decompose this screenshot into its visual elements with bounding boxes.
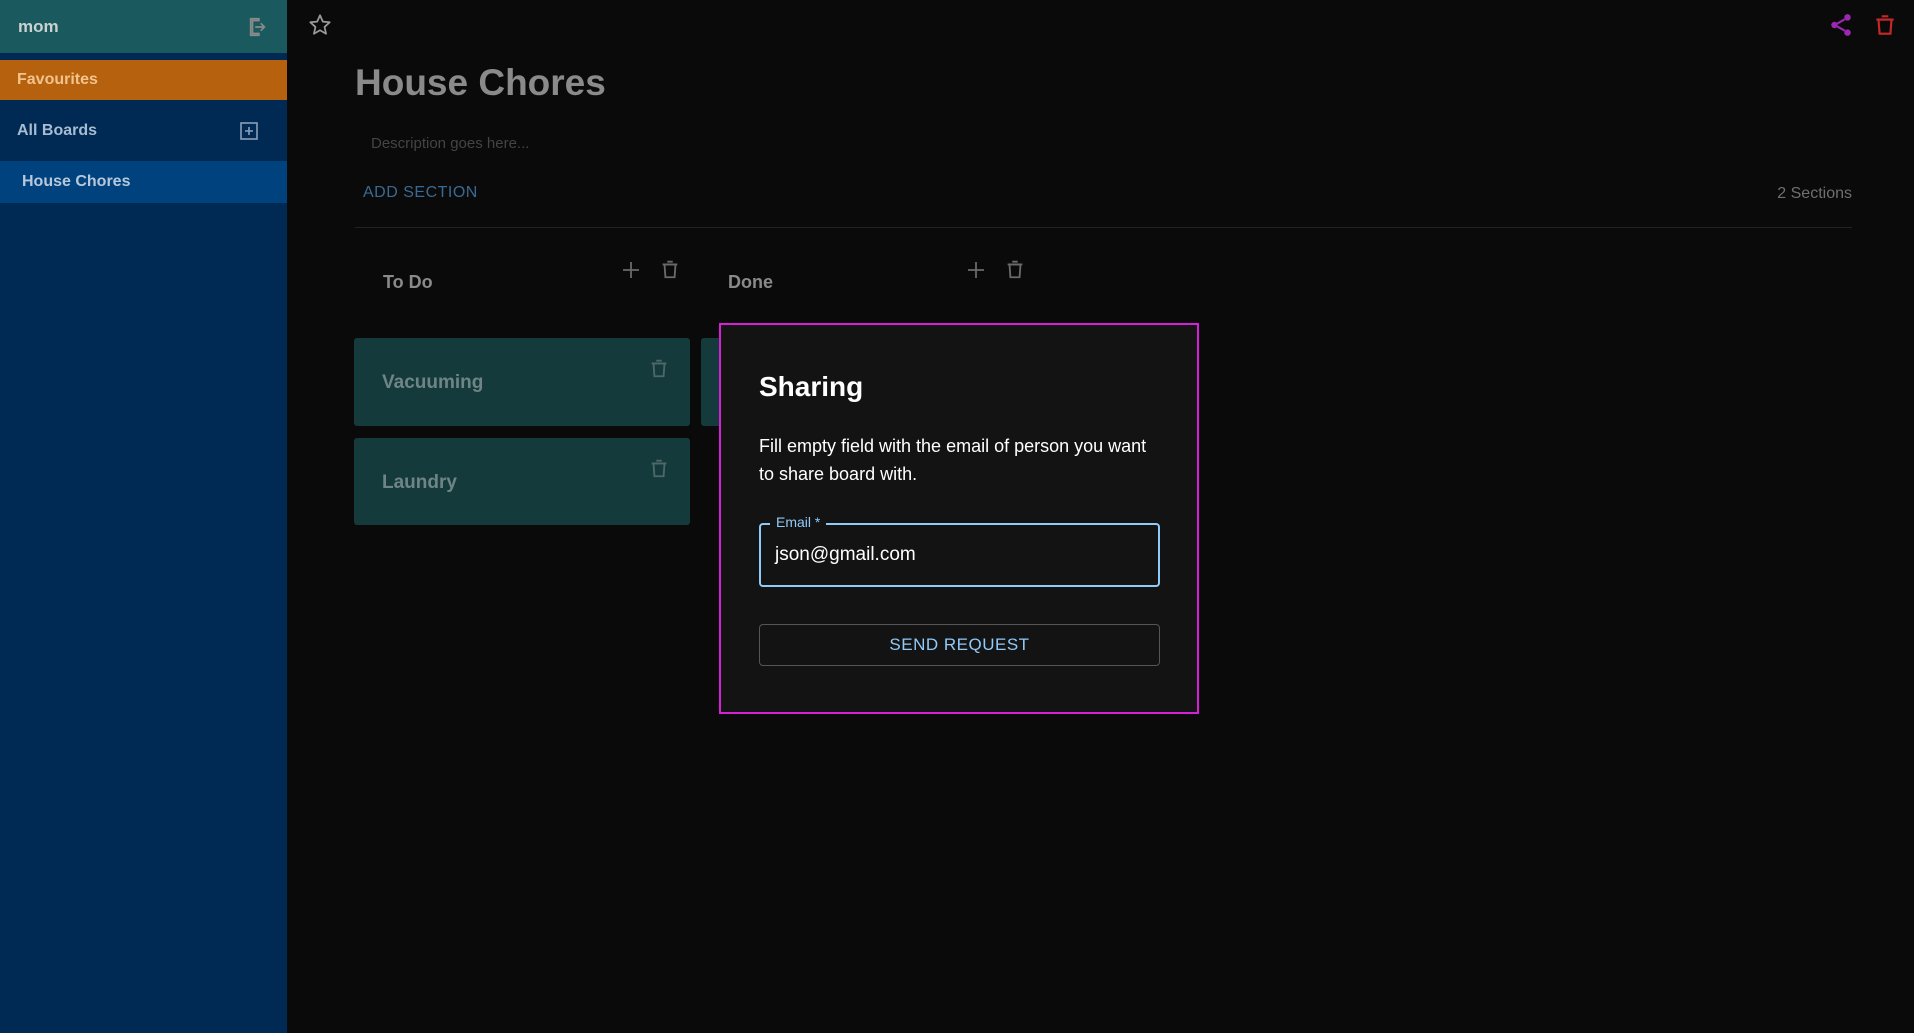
plus-icon[interactable] xyxy=(620,259,642,281)
delete-icon[interactable] xyxy=(648,356,670,380)
share-icon[interactable] xyxy=(1828,12,1854,38)
delete-icon[interactable] xyxy=(1004,258,1026,280)
all-boards-header: All Boards xyxy=(0,100,287,161)
task-card[interactable]: Laundry xyxy=(354,438,690,525)
delete-icon[interactable] xyxy=(659,258,681,280)
logout-icon[interactable] xyxy=(247,16,269,38)
section-title[interactable]: To Do xyxy=(383,272,433,293)
board-description[interactable]: Description goes here... xyxy=(371,135,529,152)
email-field[interactable]: Email * json@gmail.com xyxy=(759,514,1160,587)
email-value[interactable]: json@gmail.com xyxy=(775,544,916,566)
favourites-label: Favourites xyxy=(17,71,98,88)
user-name: mom xyxy=(18,16,59,36)
all-boards-label: All Boards xyxy=(17,121,98,139)
plus-icon[interactable] xyxy=(965,259,987,281)
sections-count: 2 Sections xyxy=(1777,185,1852,202)
task-card[interactable]: Vacuuming xyxy=(354,338,690,426)
dialog-title: Sharing xyxy=(759,371,864,402)
delete-board-icon[interactable] xyxy=(1872,12,1898,38)
sidebar-item-label: House Chores xyxy=(22,173,131,190)
dialog-message: Fill empty field with the email of perso… xyxy=(759,436,1147,484)
add-box-icon[interactable] xyxy=(239,121,259,141)
favourites-header[interactable]: Favourites xyxy=(0,60,287,100)
task-label: Vacuuming xyxy=(382,372,484,393)
section-title[interactable]: Done xyxy=(728,272,773,293)
sidebar-item-house-chores[interactable]: House Chores xyxy=(0,161,287,203)
board-title[interactable]: House Chores xyxy=(355,62,606,104)
add-section-button[interactable]: ADD SECTION xyxy=(363,184,478,202)
sidebar: mom Favourites All Boards House Chores xyxy=(0,0,287,1033)
divider xyxy=(355,227,1852,228)
user-row: mom xyxy=(0,0,287,53)
delete-icon[interactable] xyxy=(648,456,670,480)
task-label: Laundry xyxy=(382,472,457,493)
sharing-dialog: Sharing Fill empty field with the email … xyxy=(719,323,1199,714)
email-label: Email * xyxy=(770,514,827,530)
send-request-button[interactable]: SEND REQUEST xyxy=(759,624,1160,666)
star-outline-icon[interactable] xyxy=(307,12,333,38)
